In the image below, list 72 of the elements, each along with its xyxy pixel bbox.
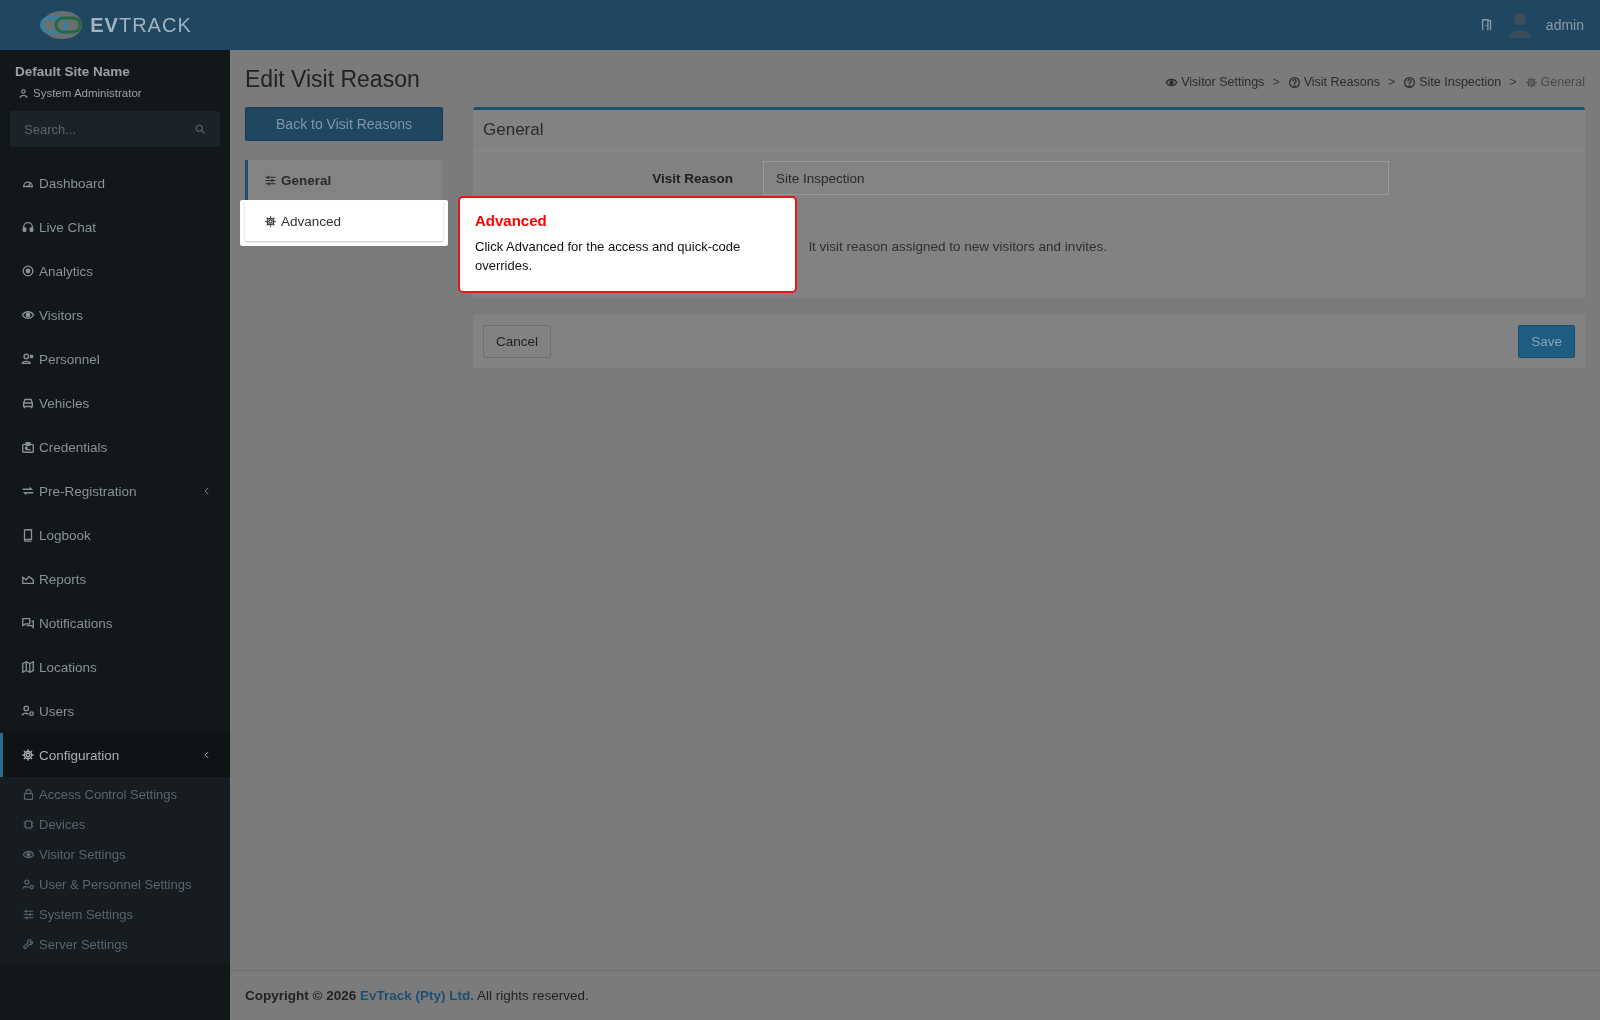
page-title: Edit Visit Reason — [245, 65, 420, 93]
breadcrumb-separator: > — [1509, 75, 1517, 89]
site-name: Default Site Name — [14, 63, 131, 79]
back-button[interactable]: Back to Visit Reasons — [245, 107, 443, 141]
cancel-button[interactable]: Cancel — [483, 325, 552, 358]
search-icon — [194, 123, 206, 135]
menu-item[interactable]: Notifications — [0, 601, 230, 645]
menu-item[interactable]: Dashboard — [0, 161, 230, 205]
search-field[interactable]: Search... — [10, 111, 220, 147]
copyright-text: Copyright © 2026 EvTrack (Pty) Ltd. All rights reserved. — [245, 988, 589, 1003]
lock-icon — [22, 787, 35, 801]
submenu-item[interactable]: User & Personnel Settings — [0, 869, 230, 899]
car-icon — [21, 396, 35, 410]
wrench-icon — [22, 937, 35, 951]
menu-item[interactable]: Vehicles — [0, 381, 230, 425]
menu-item[interactable]: Reports — [0, 557, 230, 601]
sliders-icon — [22, 907, 35, 921]
menu-item[interactable]: Live Chat — [0, 205, 230, 249]
user-name[interactable]: admin — [1545, 17, 1584, 33]
card-title: General — [473, 110, 1585, 151]
arrows-icon — [21, 484, 35, 498]
submenu-item[interactable]: Devices — [0, 809, 230, 839]
menu-item[interactable]: Personnel — [0, 337, 230, 381]
question-icon — [1403, 75, 1417, 89]
side-tab[interactable]: Advanced — [245, 201, 443, 241]
menu-item[interactable]: Analytics — [0, 249, 230, 293]
user-icon — [18, 87, 29, 99]
menu-item[interactable]: Credentials — [0, 425, 230, 469]
tooltip-title: Advanced — [475, 212, 548, 229]
sliders-icon — [264, 173, 277, 187]
id-card-icon — [21, 440, 35, 454]
company-link[interactable]: EvTrack (Pty) Ltd. — [360, 988, 475, 1003]
chip-icon — [22, 817, 35, 831]
submenu-item[interactable]: Visitor Settings — [0, 839, 230, 869]
book-icon — [21, 528, 35, 542]
field-label: Visit Reason — [651, 170, 733, 186]
menu-item[interactable]: Locations — [0, 645, 230, 689]
help-text: lt visit reason assigned to new visitors and invites. — [809, 239, 1108, 254]
input-field[interactable]: Site Inspection — [763, 161, 1389, 195]
breadcrumb-link[interactable]: Site Inspection — [1403, 75, 1502, 89]
breadcrumb-separator: > — [1387, 75, 1396, 89]
submenu-item[interactable]: Access Control Settings — [0, 779, 230, 809]
question-icon — [1287, 75, 1301, 89]
gear-icon — [21, 748, 35, 762]
map-icon — [21, 660, 35, 674]
user-gear-icon — [21, 704, 35, 718]
logo-text: EVTRACK — [90, 13, 192, 37]
tooltip-text: Click Advanced for the access and quick-code overrides. — [475, 238, 742, 275]
target-icon — [21, 264, 35, 278]
person-icon — [21, 352, 35, 366]
side-tab[interactable]: General — [245, 160, 443, 200]
user-gear-icon — [22, 877, 35, 891]
submenu-item[interactable]: System Settings — [0, 899, 230, 929]
menu-item[interactable]: Users — [0, 689, 230, 733]
breadcrumb-link[interactable]: Visit Reasons — [1287, 75, 1380, 89]
breadcrumb-separator: > — [1272, 75, 1280, 89]
save-button[interactable]: Save — [1518, 325, 1575, 358]
headset-icon — [21, 220, 35, 234]
breadcrumb-link[interactable]: Visitor Settings — [1165, 75, 1265, 89]
exit-door-icon[interactable] — [1479, 18, 1494, 32]
user-role: System Administrator — [33, 87, 142, 99]
submenu-item[interactable]: Server Settings — [0, 929, 230, 959]
gear-icon — [1524, 75, 1538, 89]
chat-icon — [21, 616, 35, 630]
menu-item[interactable]: Visitors — [0, 293, 230, 337]
eye-icon — [21, 308, 35, 322]
menu-item[interactable]: Logbook — [0, 513, 230, 557]
chevron-icon — [202, 750, 212, 760]
gear-icon — [264, 214, 277, 228]
menu-item[interactable]: Configuration — [0, 733, 230, 777]
chevron-icon — [202, 486, 212, 496]
menu-item[interactable]: Pre-Registration — [0, 469, 230, 513]
